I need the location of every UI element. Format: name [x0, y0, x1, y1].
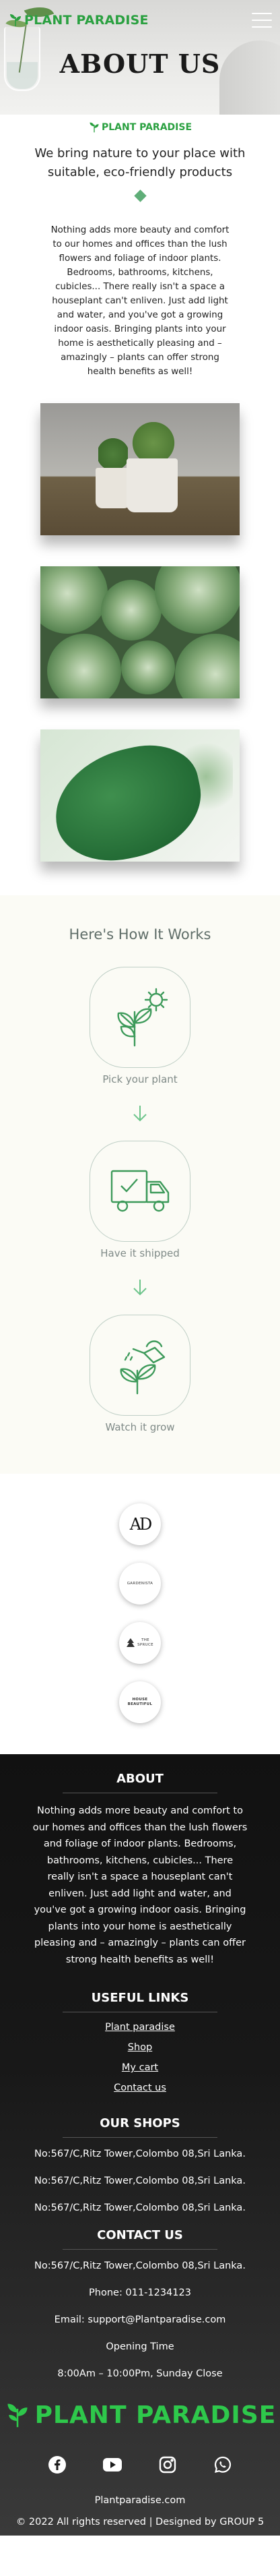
- photo-gallery: [0, 403, 280, 862]
- monstera-leaf-photo: [40, 729, 240, 862]
- hamburger-icon[interactable]: [252, 13, 272, 28]
- footer-link-plant-paradise[interactable]: Plant paradise: [105, 2022, 175, 2033]
- divider: [63, 2249, 217, 2250]
- leaf-logo-icon: [7, 2403, 28, 2428]
- footer-links-title: USEFUL LINKS: [91, 1991, 189, 2005]
- partner-logo-gardenista[interactable]: GARDENISTA: [119, 1563, 161, 1605]
- youtube-icon[interactable]: [102, 2455, 123, 2475]
- footer-link-shop[interactable]: Shop: [128, 2042, 152, 2053]
- contact-email: Email: support@Plantparadise.com: [54, 2314, 226, 2325]
- instagram-icon[interactable]: [158, 2455, 178, 2475]
- intro-brand-name: PLANT PARADISE: [101, 122, 193, 133]
- arrow-down-icon: [133, 1106, 147, 1122]
- arrow-down-icon: [133, 1280, 147, 1296]
- footer-about-text: Nothing adds more beauty and comfort to …: [32, 1805, 248, 1965]
- whatsapp-icon[interactable]: [213, 2455, 233, 2475]
- step-pick: Pick your plant: [0, 967, 280, 1085]
- leaf-logo-icon: [10, 14, 21, 27]
- shop-address: No:567/C,Ritz Tower,Colombo 08,Sri Lanka…: [34, 2149, 246, 2159]
- partner-text: HOUSE BEAUTIFUL: [127, 1698, 153, 1706]
- partner-text: GARDENISTA: [127, 1581, 153, 1586]
- step-ship: Have it shipped: [0, 1141, 280, 1259]
- footer-shops-title: OUR SHOPS: [100, 2116, 180, 2130]
- partner-logo-the-spruce[interactable]: THE SPRUCE: [119, 1622, 161, 1664]
- opening-hours: 8:00Am – 10:00Pm, Sunday Close: [57, 2368, 223, 2379]
- intro-brand-logo: PLANT PARADISE: [88, 121, 192, 133]
- shop-address: No:567/C,Ritz Tower,Colombo 08,Sri Lanka…: [34, 2203, 246, 2213]
- plant-pick-icon: [90, 967, 190, 1068]
- watering-can-icon: [90, 1315, 190, 1416]
- footer-contact-title: CONTACT US: [97, 2228, 183, 2242]
- step-label: Watch it grow: [105, 1421, 175, 1433]
- intro-paragraph: Nothing adds more beauty and comfort to …: [50, 225, 230, 377]
- how-it-works-section: Here's How It Works Pick your plant Have…: [0, 895, 280, 1474]
- opening-time-title: Opening Time: [106, 2341, 174, 2352]
- footer-brand-name: PLANT PARADISE: [34, 2401, 277, 2429]
- brand-logo-link[interactable]: PLANT PARADISE: [8, 13, 149, 28]
- brand-name: PLANT PARADISE: [24, 13, 149, 28]
- how-it-works-title: Here's How It Works: [69, 926, 211, 942]
- partner-text: THE SPRUCE: [137, 1638, 153, 1647]
- copyright-text: © 2022 All rights reserved | Designed by…: [15, 2517, 265, 2527]
- spruce-tree-icon: [127, 1638, 135, 1647]
- contact-phone: Phone: 011-1234123: [89, 2287, 191, 2298]
- step-label: Have it shipped: [100, 1247, 180, 1259]
- leaf-logo-icon: [90, 122, 99, 133]
- footer-site-name: Plantparadise.com: [94, 2495, 186, 2506]
- footer-about-title: ABOUT: [116, 1772, 164, 1786]
- facebook-icon[interactable]: [47, 2455, 67, 2475]
- page-title: ABOUT US: [59, 49, 221, 79]
- top-navbar: PLANT PARADISE: [0, 0, 280, 40]
- partner-text: AD: [129, 1515, 153, 1534]
- footer-brand-logo: PLANT PARADISE: [4, 2401, 277, 2429]
- shop-address: No:567/C,Ritz Tower,Colombo 08,Sri Lanka…: [34, 2176, 246, 2186]
- partner-logo-ad[interactable]: AD: [119, 1503, 161, 1545]
- site-footer: ABOUT Nothing adds more beauty and comfo…: [0, 1754, 280, 2536]
- partner-logo-house-beautiful[interactable]: HOUSE BEAUTIFUL: [119, 1681, 161, 1723]
- step-grow: Watch it grow: [0, 1315, 280, 1433]
- footer-link-my-cart[interactable]: My cart: [122, 2062, 158, 2073]
- footer-contact-section: CONTACT US No:567/C,Ritz Tower,Colombo 0…: [0, 2228, 280, 2380]
- tagline: We bring nature to your place with suita…: [34, 146, 246, 179]
- social-links: [0, 2455, 280, 2475]
- step-label: Pick your plant: [102, 1073, 178, 1085]
- footer-links-section: USEFUL LINKS Plant paradise Shop My cart…: [0, 1991, 280, 2093]
- diamond-divider-icon: [133, 189, 147, 202]
- hero-banner: PLANT PARADISE ABOUT US: [0, 0, 280, 115]
- potted-plants-photo: [40, 403, 240, 535]
- footer-link-contact-us[interactable]: Contact us: [114, 2083, 166, 2093]
- succulents-photo: [40, 566, 240, 698]
- intro-section: PLANT PARADISE We bring nature to your p…: [0, 115, 280, 379]
- footer-shops-section: OUR SHOPS No:567/C,Ritz Tower,Colombo 08…: [0, 2116, 280, 2215]
- partner-logos: AD GARDENISTA THE SPRUCE HOUSE BEAUTIFUL: [0, 1474, 280, 1754]
- contact-address: No:567/C,Ritz Tower,Colombo 08,Sri Lanka…: [34, 2260, 246, 2271]
- delivery-truck-icon: [90, 1141, 190, 1242]
- divider: [63, 2137, 217, 2138]
